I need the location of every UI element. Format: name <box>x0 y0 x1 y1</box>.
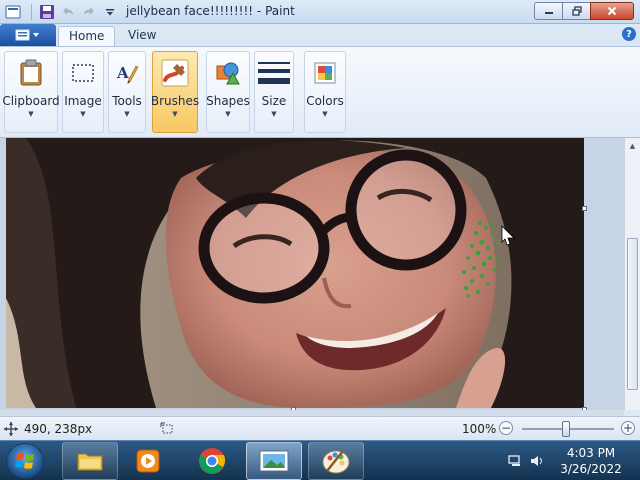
group-clipboard[interactable]: Clipboard ▼ <box>2 51 60 133</box>
ribbon-tab-row: Home View ? <box>0 24 640 46</box>
group-shapes[interactable]: Shapes ▼ <box>206 51 250 133</box>
windows-logo-icon <box>15 452 34 469</box>
paint-app-icon[interactable] <box>4 3 22 21</box>
close-button[interactable] <box>590 2 634 20</box>
group-label: Tools <box>112 94 142 108</box>
photo-image <box>6 138 584 408</box>
zoom-level: 100% <box>462 422 497 436</box>
cursor-position-icon <box>4 422 18 436</box>
taskbar-paint[interactable] <box>308 442 364 480</box>
group-brushes[interactable]: Brushes ▼ <box>150 51 200 133</box>
chrome-icon <box>199 448 226 474</box>
clock-time: 4:03 PM <box>566 446 616 460</box>
help-icon[interactable]: ? <box>622 27 636 41</box>
undo-icon[interactable] <box>59 3 77 21</box>
taskbar-photo-viewer[interactable] <box>246 442 302 480</box>
tools-icon: A <box>110 56 144 90</box>
ribbon-home: Clipboard ▼ Image ▼ A Tools ▼ Brushes ▼ … <box>0 46 640 138</box>
group-image[interactable]: Image ▼ <box>62 51 104 133</box>
select-rectangle-icon <box>66 56 100 90</box>
volume-icon[interactable] <box>530 455 544 467</box>
brush-icon <box>158 56 192 90</box>
restore-button[interactable] <box>562 2 590 20</box>
status-bar: 490, 238px 100% − + <box>0 416 640 440</box>
window-controls <box>534 2 634 20</box>
customize-qat-icon[interactable] <box>101 3 119 21</box>
shapes-icon <box>211 56 245 90</box>
minimize-button[interactable] <box>534 2 562 20</box>
save-icon[interactable] <box>38 3 56 21</box>
group-tools[interactable]: A Tools ▼ <box>108 51 146 133</box>
taskbar-explorer[interactable] <box>62 442 118 480</box>
clock-date: 3/26/2022 <box>560 462 622 476</box>
title-bar: jellybean face!!!!!!!!! - Paint <box>0 0 640 24</box>
tab-view[interactable]: View <box>118 26 166 46</box>
group-label: Image <box>64 94 102 108</box>
group-label: Colors <box>306 94 344 108</box>
photo-viewer-icon <box>259 450 289 472</box>
dropdown-arrow-icon: ▼ <box>80 110 86 118</box>
cursor-position: 490, 238px <box>24 422 93 436</box>
qat-separator <box>31 4 32 20</box>
group-colors[interactable]: Colors ▼ <box>304 51 346 133</box>
zoom-out-button[interactable]: − <box>499 421 513 435</box>
taskbar-chrome[interactable] <box>184 442 240 480</box>
vertical-scrollbar[interactable]: ▲ <box>624 138 640 410</box>
paint-icon <box>322 450 350 474</box>
zoom-slider-thumb[interactable] <box>562 421 570 437</box>
network-icon[interactable] <box>508 455 522 467</box>
start-button[interactable] <box>6 443 44 479</box>
quick-access-toolbar <box>4 3 122 21</box>
dropdown-arrow-icon: ▼ <box>322 110 328 118</box>
dropdown-arrow-icon: ▼ <box>271 110 277 118</box>
close-icon <box>607 6 617 16</box>
line-size-icon <box>257 56 291 90</box>
paint-menu-icon <box>15 29 39 41</box>
dropdown-arrow-icon: ▼ <box>225 110 231 118</box>
group-size[interactable]: Size ▼ <box>254 51 294 133</box>
windows-explorer-icon <box>77 453 103 471</box>
zoom-in-button[interactable]: + <box>621 421 635 435</box>
canvas-workarea[interactable] <box>0 138 624 412</box>
scroll-up-icon[interactable]: ▲ <box>625 138 640 154</box>
dropdown-arrow-icon: ▼ <box>28 110 34 118</box>
minimize-icon <box>544 12 553 14</box>
tab-home[interactable]: Home <box>58 26 116 46</box>
paint-menu-button[interactable] <box>0 24 56 46</box>
dropdown-arrow-icon: ▼ <box>124 110 130 118</box>
taskbar: 4:03 PM 3/26/2022 <box>0 440 640 480</box>
group-label: Brushes <box>150 94 200 108</box>
selection-size-icon <box>160 422 173 434</box>
taskbar-clock[interactable]: 4:03 PM 3/26/2022 <box>556 445 626 477</box>
clipboard-icon <box>14 56 48 90</box>
group-label: Clipboard <box>2 94 60 108</box>
group-label: Size <box>261 94 287 108</box>
scroll-thumb[interactable] <box>627 238 638 390</box>
color-palette-icon <box>308 56 342 90</box>
restore-icon <box>571 6 582 16</box>
drawing-canvas[interactable] <box>6 138 584 408</box>
dropdown-arrow-icon: ▼ <box>172 110 178 118</box>
svg-text:A: A <box>116 64 129 82</box>
redo-icon[interactable] <box>80 3 98 21</box>
group-label: Shapes <box>206 94 250 108</box>
window-title: jellybean face!!!!!!!!! - Paint <box>126 4 295 18</box>
resize-handle-right[interactable] <box>582 206 587 211</box>
taskbar-media-player[interactable] <box>120 442 176 480</box>
media-player-icon <box>136 449 160 473</box>
